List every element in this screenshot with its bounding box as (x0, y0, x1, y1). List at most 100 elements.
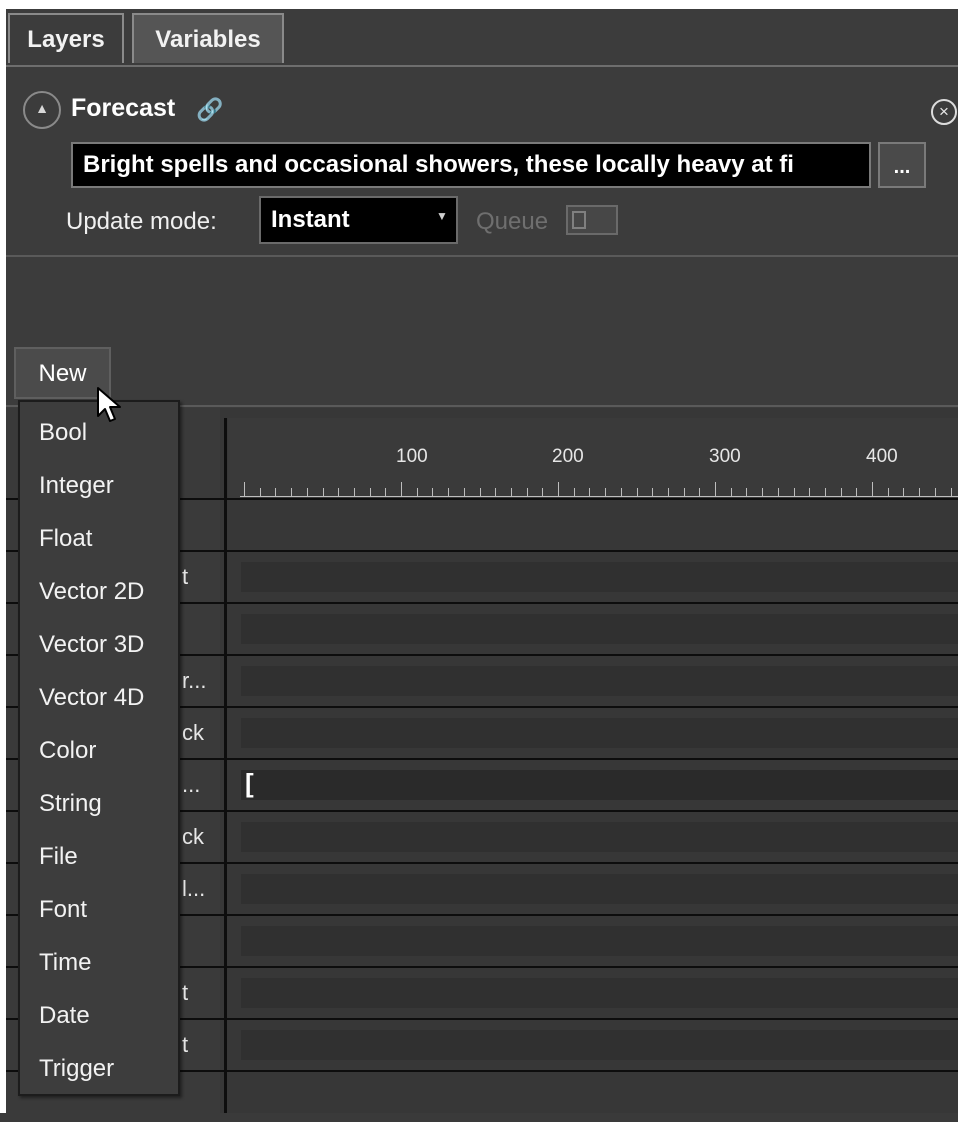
ruler-tick (385, 488, 387, 496)
ruler-tick (934, 488, 936, 496)
menu-item-font[interactable]: Font (20, 883, 178, 936)
ruler-tick (259, 488, 261, 496)
ruler-tick (683, 488, 685, 496)
ruler-tick (448, 488, 450, 496)
ruler-tick (401, 482, 402, 496)
ruler-tick (369, 488, 371, 496)
row-track[interactable] (241, 718, 958, 748)
ruler-tick (275, 488, 277, 496)
ruler-tick (526, 488, 528, 496)
window-top-edge (0, 0, 958, 9)
close-circle-icon[interactable]: × (931, 99, 957, 125)
menu-item-color[interactable]: Color (20, 724, 178, 777)
ruler-tick (338, 488, 340, 496)
row-name: t (182, 980, 189, 1005)
row-track[interactable] (241, 1030, 958, 1060)
ruler-tick (416, 488, 418, 496)
menu-item-date[interactable]: Date (20, 989, 178, 1042)
queue-label: Queue (476, 208, 549, 235)
more-button[interactable]: ... (878, 142, 926, 188)
ruler-tick (872, 482, 873, 496)
ruler-tick (824, 488, 826, 496)
ruler-tick (244, 482, 245, 496)
ruler-tick (306, 488, 308, 496)
ruler-tick (542, 488, 544, 496)
ruler-tick (463, 488, 465, 496)
row-name: ck (182, 824, 204, 849)
row-track[interactable] (241, 978, 958, 1008)
row-track[interactable] (241, 614, 958, 644)
menu-item-integer[interactable]: Integer (20, 459, 178, 512)
update-mode-label: Update mode: (66, 208, 217, 235)
row-name: r... (182, 668, 207, 693)
tab-variables[interactable]: Variables (132, 13, 284, 63)
menu-item-vector-2d[interactable]: Vector 2D (20, 565, 178, 618)
row-name: ck (182, 720, 204, 745)
ruler-tick (573, 488, 575, 496)
ruler-tick (479, 488, 481, 496)
row-name: t (182, 1032, 189, 1057)
ruler-tick (432, 488, 434, 496)
ruler-tick (762, 488, 764, 496)
menu-item-vector-3d[interactable]: Vector 3D (20, 618, 178, 671)
row-track[interactable] (241, 666, 958, 696)
ruler-tick (793, 488, 795, 496)
ruler-tick (353, 488, 355, 496)
ruler-tick (777, 488, 779, 496)
ruler-tick (605, 488, 607, 496)
variable-name[interactable]: Forecast (71, 94, 175, 123)
ruler-baseline (240, 496, 958, 497)
dropdown-arrow-icon[interactable]: ▼ (436, 209, 448, 223)
ruler-tick (715, 482, 716, 496)
mouse-pointer-icon (97, 387, 121, 422)
row-track[interactable] (241, 562, 958, 592)
queue-toggle[interactable] (566, 205, 618, 235)
empty-area (6, 257, 958, 407)
tab-layers[interactable]: Layers (8, 13, 124, 63)
row-name: t (182, 564, 189, 589)
row-name: l... (182, 876, 206, 901)
menu-item-trigger[interactable]: Trigger (20, 1042, 178, 1095)
menu-item-string[interactable]: String (20, 777, 178, 830)
row-name: ... (182, 772, 201, 797)
ruler-tick (887, 488, 889, 496)
keyframe-marker[interactable]: [ (245, 768, 254, 799)
ruler-tick (809, 488, 811, 496)
variables-panel: Layers Variables ▲ Forecast 🔗 × Bright s… (0, 0, 958, 1113)
update-mode-select[interactable]: Instant (259, 196, 458, 244)
variable-value-input[interactable]: Bright spells and occasional showers, th… (71, 142, 871, 188)
ruler-tick (636, 488, 638, 496)
toggle-knob (572, 211, 586, 229)
ruler-tick (652, 488, 654, 496)
ruler-tick (589, 488, 591, 496)
variable-editor: ▲ Forecast 🔗 × Bright spells and occasio… (6, 67, 958, 257)
ruler-tick (903, 488, 905, 496)
menu-item-float[interactable]: Float (20, 512, 178, 565)
chevron-up-icon[interactable]: ▲ (23, 91, 61, 129)
row-track[interactable] (241, 874, 958, 904)
ruler-tick (856, 488, 858, 496)
ruler-tick (667, 488, 669, 496)
ruler-tick (730, 488, 732, 496)
link-icon[interactable]: 🔗 (196, 97, 223, 123)
ruler-tick (746, 488, 748, 496)
ruler-tick (558, 482, 559, 496)
ruler-tick (699, 488, 701, 496)
ruler-tick (495, 488, 497, 496)
row-track[interactable] (241, 926, 958, 956)
ruler-tick (620, 488, 622, 496)
row-track[interactable] (241, 770, 958, 800)
menu-item-file[interactable]: File (20, 830, 178, 883)
ruler-label: 100 (396, 446, 428, 467)
ruler-tick (919, 488, 921, 496)
row-track[interactable] (241, 822, 958, 852)
timeline-ruler[interactable]: 100 200 300 400 (228, 418, 958, 498)
menu-item-time[interactable]: Time (20, 936, 178, 989)
ruler-tick (840, 488, 842, 496)
ruler-tick (291, 488, 293, 496)
new-variable-menu: Bool Integer Float Vector 2D Vector 3D V… (18, 400, 180, 1096)
ruler-label: 200 (552, 446, 584, 467)
menu-item-vector-4d[interactable]: Vector 4D (20, 671, 178, 724)
ruler-tick (322, 488, 324, 496)
tab-bar: Layers Variables (6, 9, 958, 67)
